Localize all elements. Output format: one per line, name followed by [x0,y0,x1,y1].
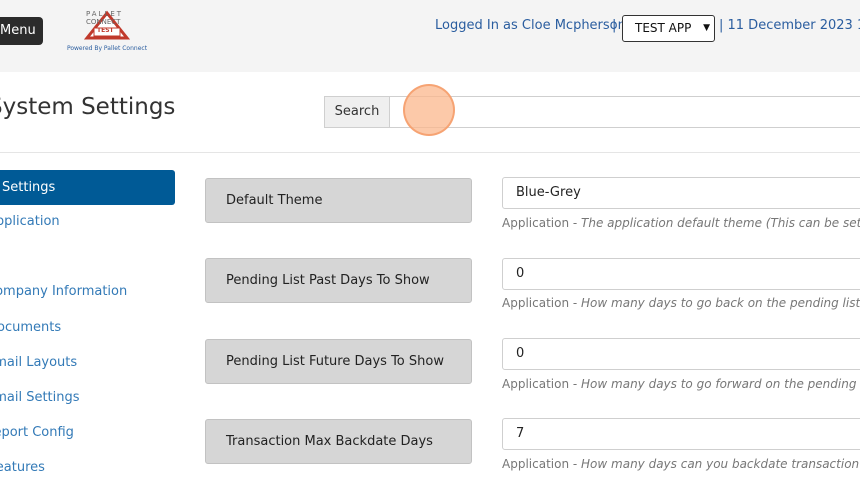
setting-label: Pending List Past Days To Show [205,258,472,303]
setting-category: Application [502,296,570,310]
search-input[interactable] [389,96,860,128]
setting-label: Pending List Future Days To Show [205,339,472,384]
menu-button[interactable]: Menu [0,17,43,45]
setting-input[interactable]: 0 [502,338,860,370]
pallet-connect-logo[interactable]: PALLET CONNECT TEST Powered By Pallet Co… [66,8,148,56]
header-separator: | [612,18,617,33]
sidebar-item-application[interactable]: Application [0,214,60,229]
setting-input[interactable]: Blue-Grey [502,177,860,209]
chevron-down-icon: ▼ [703,23,710,33]
setting-category: Application [502,457,570,471]
logo-badge: TEST [97,27,114,34]
logo-text-mid: CONNECT [86,18,121,26]
setting-label: Transaction Max Backdate Days [205,419,472,464]
logo-text-top: PALLET [86,10,124,18]
click-indicator [403,84,455,136]
setting-category: Application [502,216,570,230]
setting-description: How many days can you backdate transacti… [581,457,860,471]
setting-label: Default Theme [205,178,472,223]
header-divider [0,152,860,153]
setting-category: Application [502,377,570,391]
setting-help: Application - How many days to go back o… [502,296,860,310]
app-select[interactable]: TEST APP ▼ [622,15,715,42]
setting-help: Application - How many days to go forwar… [502,377,860,391]
setting-description: How many days to go forward on the pendi… [581,377,860,391]
date-text: | 11 December 2023 1 [719,18,860,33]
sidebar-item-report-config[interactable]: Report Config [0,425,74,440]
app-select-value: TEST APP [635,21,692,35]
sidebar-item-email-settings[interactable]: Email Settings [0,390,80,405]
logged-in-text: Logged In as Cloe Mcpherson [435,18,626,33]
page-title: System Settings [0,94,176,120]
top-bar: Menu PALLET CONNECT TEST Powered By Pall… [0,0,860,72]
setting-help: Application - How many days can you back… [502,457,860,471]
setting-input[interactable]: 0 [502,258,860,290]
setting-help: Application - The application default th… [502,216,860,230]
sidebar-item-documents[interactable]: Documents [0,320,61,335]
setting-input[interactable]: 7 [502,418,860,450]
sidebar-item-company-information[interactable]: Company Information [0,284,127,299]
sidebar-item-settings[interactable]: Settings [0,170,175,205]
sidebar-item-email-layouts[interactable]: Email Layouts [0,355,77,370]
setting-description: The application default theme (This can … [581,216,860,230]
logo-caption: Powered By Pallet Connect [66,45,148,52]
sidebar-item-features[interactable]: Features [0,460,45,475]
setting-description: How many days to go back on the pending … [581,296,860,310]
search-button[interactable]: Search [324,96,390,128]
